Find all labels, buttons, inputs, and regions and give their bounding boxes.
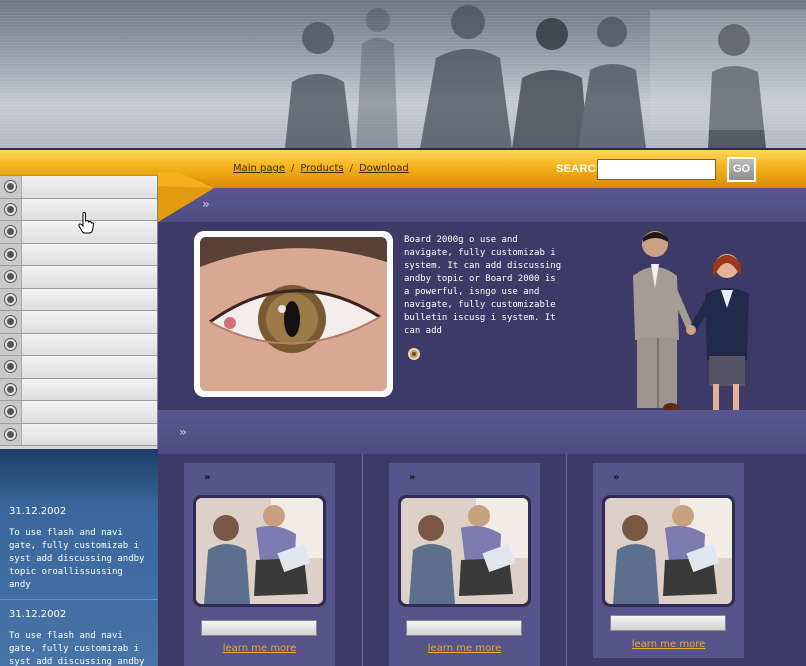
nav-separator: / (349, 163, 353, 174)
bullet-icon (0, 423, 22, 445)
double-chevron-icon: » (409, 472, 416, 483)
sidebar-item[interactable] (0, 356, 157, 379)
news-date: 31.12.2002 (9, 609, 67, 620)
bullet-icon (0, 401, 22, 423)
sidebar-item[interactable] (0, 401, 157, 424)
product-card: » learn me more (389, 463, 540, 666)
card-photo-frame (193, 495, 326, 607)
nav-separator: / (291, 163, 295, 174)
card-photo (605, 498, 732, 604)
sidebar-item-label (22, 266, 157, 288)
section-divider-band (158, 410, 806, 454)
card-caption-box (610, 615, 726, 631)
bullet-icon (0, 288, 22, 310)
content-header-band (158, 188, 806, 222)
learn-more-link[interactable]: learn me more (184, 643, 335, 654)
nav-link-main-page[interactable]: Main page (233, 163, 285, 174)
card-photo-frame (602, 495, 735, 607)
learn-more-link[interactable]: learn me more (593, 639, 744, 650)
bullet-icon (0, 333, 22, 355)
card-caption-box (406, 620, 522, 636)
sidebar-item-label (22, 423, 157, 445)
bullet-icon (0, 311, 22, 333)
sidebar-item[interactable] (0, 423, 157, 446)
nav-link-products[interactable]: Products (300, 163, 343, 174)
eye-photo-frame (194, 231, 393, 397)
column-divider (362, 454, 363, 666)
news-text: To use flash and navi gate, fully custom… (9, 528, 145, 590)
sidebar-item-label (22, 356, 157, 378)
card-photo (196, 498, 323, 604)
card-photo-frame (398, 495, 531, 607)
business-people-illustration (285, 5, 806, 148)
card-caption-box (201, 620, 317, 636)
sidebar-item-label (22, 176, 157, 198)
news-column: 31.12.2002 To use flash and navi gate, f… (0, 449, 158, 666)
bullet-icon (0, 221, 22, 243)
news-item: 31.12.2002 To use flash and navi gate, f… (0, 497, 158, 600)
search-input[interactable] (597, 159, 716, 180)
nav-link-download[interactable]: Download (359, 163, 409, 174)
sidebar-item[interactable] (0, 288, 157, 311)
go-button[interactable]: GO (727, 157, 756, 182)
bullet-icon (0, 176, 22, 198)
double-chevron-icon: » (204, 472, 211, 483)
news-header-strip (0, 449, 158, 497)
sidebar-item[interactable] (0, 266, 157, 289)
feature-description: Board 2000g o use and navigate, fully cu… (404, 235, 562, 336)
sidebar-item[interactable] (0, 311, 157, 334)
sidebar-item-label (22, 243, 157, 265)
learn-more-link[interactable]: learn me more (389, 643, 540, 654)
sidebar-item-label (22, 288, 157, 310)
handshake-illustration (633, 231, 749, 422)
read-more-bullet-icon[interactable] (408, 348, 420, 360)
card-photo (401, 498, 528, 604)
bullet-icon (0, 378, 22, 400)
sidebar-item[interactable] (0, 176, 157, 199)
product-card: » learn me more (184, 463, 335, 666)
eye-photo (200, 237, 387, 391)
sidebar-item[interactable] (0, 333, 157, 356)
sidebar-item[interactable] (0, 243, 157, 266)
double-chevron-icon: » (179, 425, 187, 439)
double-chevron-icon: » (613, 472, 620, 483)
breadcrumb-links: Main page / Products / Download (233, 163, 409, 174)
hand-cursor-icon (78, 212, 94, 234)
sidebar-item-label (22, 311, 157, 333)
column-divider (566, 454, 567, 666)
bullet-icon (0, 356, 22, 378)
sidebar-item-label (22, 401, 157, 423)
sidebar-item-label (22, 378, 157, 400)
product-card: » learn me more (593, 463, 744, 658)
sidebar-item[interactable] (0, 378, 157, 401)
bullet-icon (0, 198, 22, 220)
news-text: To use flash and navi gate, fully custom… (9, 631, 145, 666)
double-chevron-icon: » (202, 197, 210, 211)
sidebar-item-label (22, 333, 157, 355)
news-item: 31.12.2002 To use flash and navi gate, f… (0, 600, 158, 666)
bullet-icon (0, 266, 22, 288)
news-date: 31.12.2002 (9, 506, 67, 517)
bullet-icon (0, 243, 22, 265)
header-banner-photo (0, 0, 806, 148)
